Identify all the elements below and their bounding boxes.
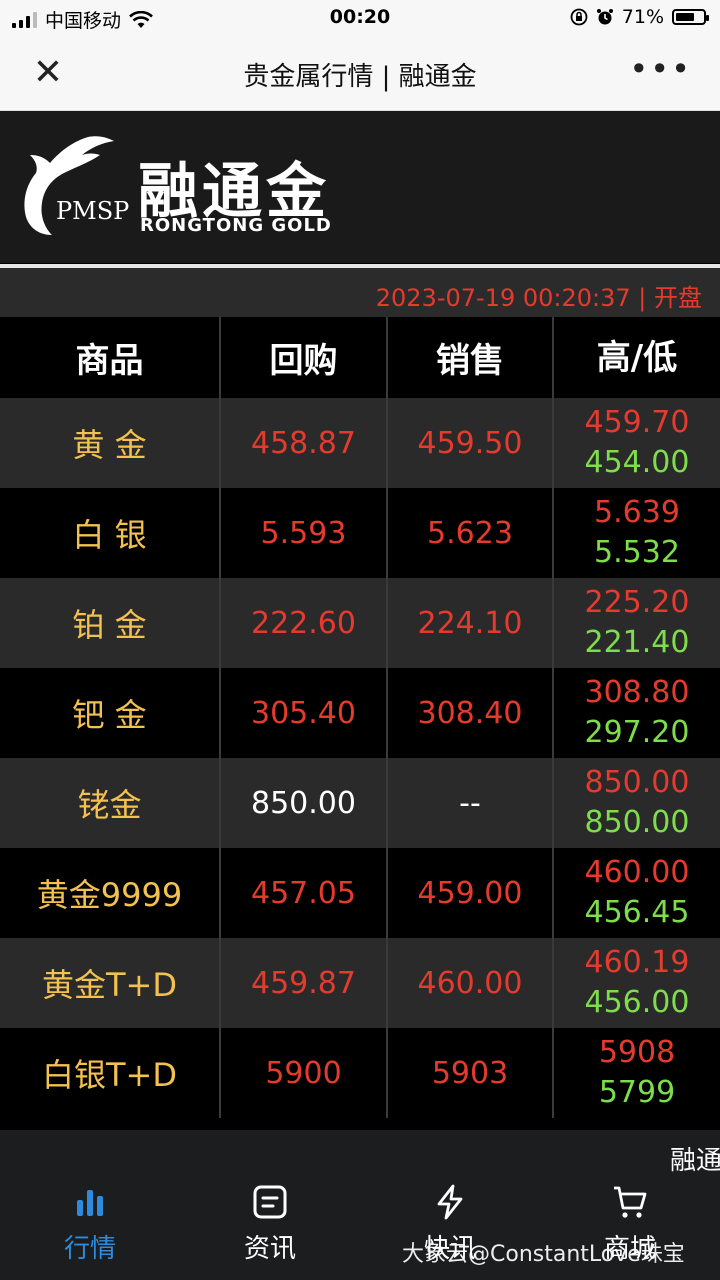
news-icon — [253, 1185, 287, 1219]
low-price: 456.45 — [584, 895, 690, 930]
high-low-cell: 5908 5799 — [554, 1028, 720, 1118]
table-row: 白 银 5.593 5.623 5.639 5.532 — [0, 488, 720, 578]
high-low-cell: 5.639 5.532 — [554, 488, 720, 578]
low-price: 454.00 — [584, 445, 690, 480]
high-low-cell: 308.80 297.20 — [554, 668, 720, 758]
market-timestamp: 2023-07-19 00:20:37 | 开盘 — [375, 284, 702, 312]
header-buyback: 回购 — [221, 317, 388, 398]
cart-icon — [614, 1186, 647, 1218]
buyback-price: 457.05 — [221, 848, 388, 938]
commodity-name: 白 银 — [0, 488, 221, 578]
low-price: 221.40 — [584, 625, 690, 660]
commodity-name: 黄金9999 — [0, 848, 221, 938]
sale-price: -- — [388, 758, 554, 848]
high-price: 460.00 — [584, 855, 690, 890]
sale-price: 5903 — [388, 1028, 554, 1118]
buyback-price: 5.593 — [221, 488, 388, 578]
logo-english-name: RONGTONG GOLD — [140, 215, 332, 236]
high-price: 225.20 — [584, 585, 690, 620]
buyback-price: 458.87 — [221, 398, 388, 488]
status-bar: 中国移动 00:20 71% — [0, 0, 720, 36]
tab-news[interactable]: 资讯 — [180, 1180, 360, 1280]
header-high-low: 高/低 — [596, 337, 678, 378]
buyback-price: 850.00 — [221, 758, 388, 848]
high-low-cell: 850.00 850.00 — [554, 758, 720, 848]
high-low-cell: 460.00 456.45 — [554, 848, 720, 938]
high-price: 308.80 — [584, 675, 690, 710]
table-row: 黄 金 458.87 459.50 459.70 454.00 — [0, 398, 720, 488]
high-price: 5908 — [598, 1035, 676, 1070]
commodity-name: 铑金 — [0, 758, 221, 848]
buyback-price: 5900 — [221, 1028, 388, 1118]
ticker-text: 融通 — [670, 1146, 720, 1176]
buyback-price: 305.40 — [221, 668, 388, 758]
buyback-price: 459.87 — [221, 938, 388, 1028]
price-table: 商品 回购 销售 高/低 黄 金 458.87 459.50 459.70 45… — [0, 317, 720, 1118]
tab-label: 资讯 — [243, 1234, 296, 1264]
low-price: 850.00 — [584, 805, 690, 840]
buyback-price: 222.60 — [221, 578, 388, 668]
sale-price: 224.10 — [388, 578, 554, 668]
table-row: 白银T+D 5900 5903 5908 5799 — [0, 1028, 720, 1118]
header-sale: 销售 — [388, 317, 554, 398]
watermark: 大象云@ConstantLove珠宝 — [402, 1242, 685, 1267]
alarm-icon — [596, 9, 613, 25]
page-title: 贵金属行情 | 融通金 — [243, 62, 477, 92]
high-low-cell: 459.70 454.00 — [554, 398, 720, 488]
table-row: 铑金 850.00 -- 850.00 850.00 — [0, 758, 720, 848]
status-right: 71% — [570, 6, 709, 28]
commodity-name: 钯 金 — [0, 668, 221, 758]
timestamp-bar: 2023-07-19 00:20:37 | 开盘 — [0, 268, 720, 317]
brand-logo: PMSP 融通金 RONGTONG GOLD — [16, 131, 346, 241]
rotation-lock-icon — [570, 8, 588, 26]
table-row: 铂 金 222.60 224.10 225.20 221.40 — [0, 578, 720, 668]
low-price: 5.532 — [594, 535, 680, 570]
sale-price: 308.40 — [388, 668, 554, 758]
sale-price: 460.00 — [388, 938, 554, 1028]
table-row: 钯 金 305.40 308.40 308.80 297.20 — [0, 668, 720, 758]
sale-price: 459.50 — [388, 398, 554, 488]
low-price: 456.00 — [584, 985, 690, 1020]
logo-abbr: PMSP — [56, 197, 130, 225]
high-price: 5.639 — [594, 495, 680, 530]
table-row: 黄金9999 457.05 459.00 460.00 456.45 — [0, 848, 720, 938]
brand-banner: PMSP 融通金 RONGTONG GOLD — [0, 111, 720, 263]
commodity-name: 铂 金 — [0, 578, 221, 668]
commodity-name: 白银T+D — [0, 1028, 221, 1118]
battery-icon — [672, 9, 709, 25]
commodity-name: 黄金T+D — [0, 938, 221, 1028]
header-commodity: 商品 — [0, 317, 221, 398]
high-low-cell: 460.19 456.00 — [554, 938, 720, 1028]
more-dots-icon[interactable]: ••• — [629, 50, 692, 88]
tab-label: 行情 — [63, 1234, 116, 1264]
low-price: 297.20 — [584, 715, 690, 750]
high-price: 459.70 — [584, 405, 690, 440]
lightning-icon — [437, 1184, 463, 1220]
commodity-name: 黄 金 — [0, 398, 221, 488]
high-low-cell: 225.20 221.40 — [554, 578, 720, 668]
battery-percent: 71% — [621, 6, 664, 28]
sale-price: 459.00 — [388, 848, 554, 938]
low-price: 5799 — [598, 1075, 676, 1110]
tab-market[interactable]: 行情 — [0, 1180, 180, 1280]
bar-chart-icon — [77, 1190, 103, 1216]
nav-bar: ✕ 贵金属行情 | 融通金 ••• — [0, 36, 720, 111]
table-header: 商品 回购 销售 高/低 — [0, 317, 720, 398]
sale-price: 5.623 — [388, 488, 554, 578]
table-row: 黄金T+D 459.87 460.00 460.19 456.00 — [0, 938, 720, 1028]
high-price: 460.19 — [584, 945, 690, 980]
news-ticker[interactable]: 融通 — [0, 1130, 720, 1180]
high-price: 850.00 — [584, 765, 690, 800]
